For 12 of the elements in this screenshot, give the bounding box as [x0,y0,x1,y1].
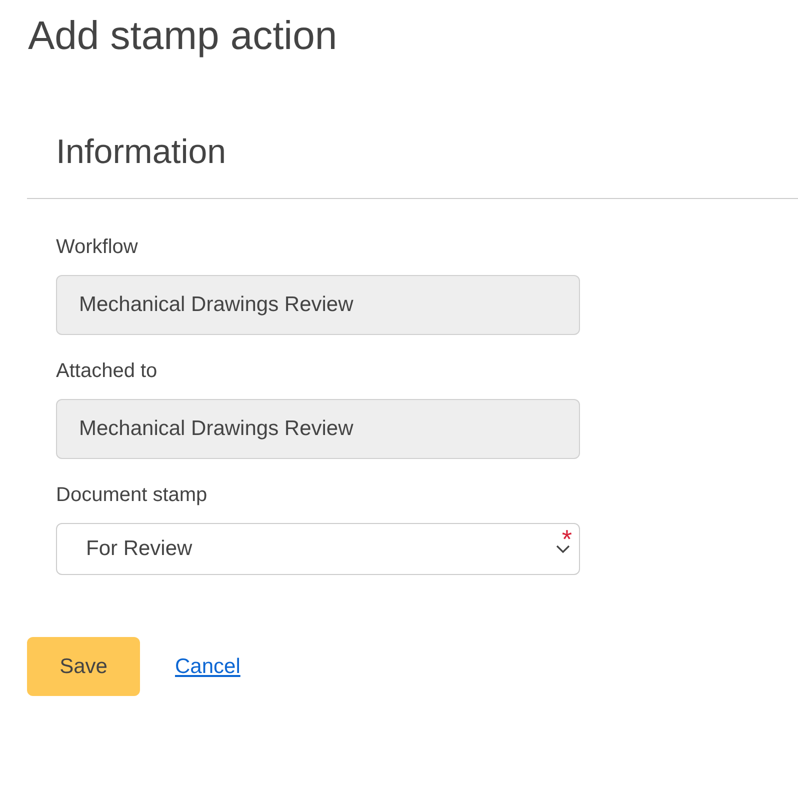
save-button[interactable]: Save [27,637,140,696]
field-label: Attached to [56,359,158,383]
required-asterisk: * [562,526,572,552]
chevron-down-icon [555,543,571,555]
dropdown-field[interactable]: For Review * [56,523,580,575]
field-label: Document stamp [56,483,208,507]
section-title: Information [56,132,228,172]
field-label: Workflow [56,235,139,259]
cancel-link[interactable]: Cancel [175,654,240,678]
page-title: Add stamp action [27,13,338,60]
readonly-field: Mechanical Drawings Review [56,399,580,459]
readonly-field: Mechanical Drawings Review [56,275,580,335]
